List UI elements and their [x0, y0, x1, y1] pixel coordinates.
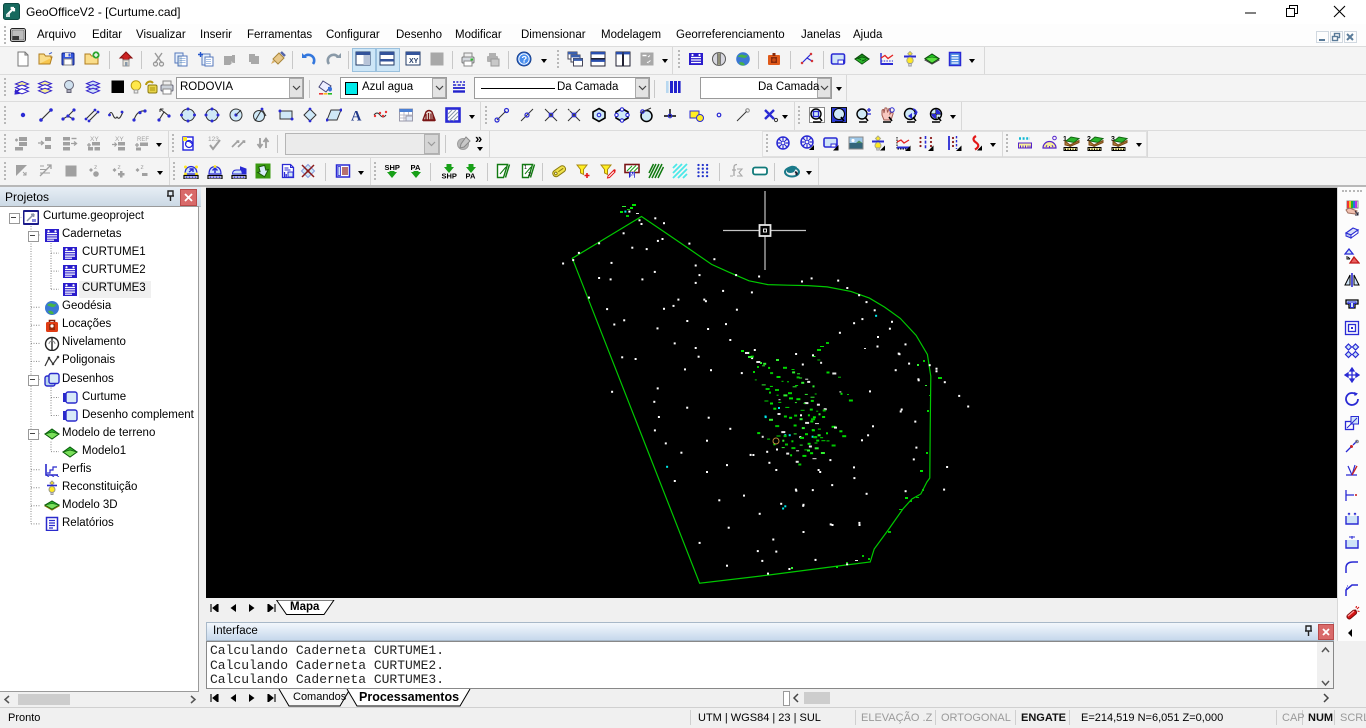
svg-text:2: 2 [528, 172, 531, 178]
svg-text:N: N [630, 173, 634, 179]
svg-text:A: A [351, 109, 362, 124]
svg-text:XY: XY [409, 58, 419, 65]
svg-text:PA: PA [411, 163, 421, 172]
svg-text:REF: REF [137, 137, 149, 143]
svg-text:?: ? [521, 55, 527, 66]
svg-text:PA: PA [466, 172, 476, 180]
svg-text:XY: XY [90, 136, 99, 143]
svg-text:z: z [94, 164, 97, 171]
svg-text:1: 1 [524, 165, 527, 171]
svg-text:z: z [118, 164, 121, 171]
svg-text:SHP: SHP [385, 163, 400, 172]
svg-text:XY: XY [115, 136, 124, 143]
svg-text:z: z [141, 164, 144, 171]
svg-text:SHP: SHP [442, 172, 457, 180]
